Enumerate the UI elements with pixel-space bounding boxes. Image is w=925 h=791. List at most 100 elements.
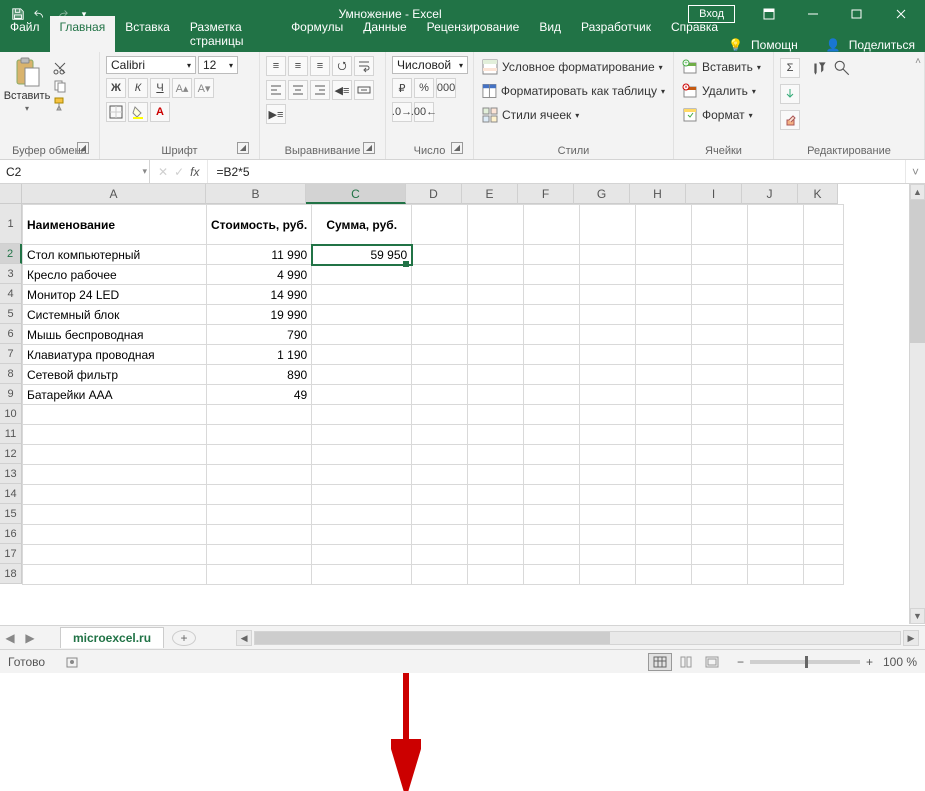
formula-input[interactable]: =B2*5 bbox=[208, 160, 905, 183]
align-bottom-icon[interactable]: ≡ bbox=[310, 56, 330, 76]
cell[interactable] bbox=[692, 245, 748, 265]
enter-formula-icon[interactable]: ✓ bbox=[174, 165, 184, 179]
cell[interactable] bbox=[23, 425, 207, 445]
cell[interactable] bbox=[580, 445, 636, 465]
row-header[interactable]: 5 bbox=[0, 304, 22, 324]
find-select-icon[interactable] bbox=[832, 58, 852, 78]
tab-разработчик[interactable]: Разработчик bbox=[571, 16, 661, 52]
dialog-launcher-icon[interactable]: ◢ bbox=[77, 142, 89, 154]
align-center-icon[interactable] bbox=[288, 80, 308, 100]
tab-файл[interactable]: Файл bbox=[0, 16, 50, 52]
cell[interactable]: 790 bbox=[207, 325, 312, 345]
cell[interactable] bbox=[692, 405, 748, 425]
cell[interactable]: Батарейки AAA bbox=[23, 385, 207, 405]
conditional-formatting-button[interactable]: Условное форматирование▾ bbox=[480, 58, 667, 76]
cell[interactable]: Мышь беспроводная bbox=[23, 325, 207, 345]
cell[interactable] bbox=[636, 205, 692, 245]
cell[interactable] bbox=[312, 525, 412, 545]
cell[interactable] bbox=[412, 205, 468, 245]
font-name-combo[interactable]: Calibri▾ bbox=[106, 56, 196, 74]
maximize-icon[interactable] bbox=[837, 0, 877, 28]
cell[interactable] bbox=[524, 245, 580, 265]
cell[interactable] bbox=[804, 465, 844, 485]
cell[interactable] bbox=[748, 385, 804, 405]
macro-record-icon[interactable] bbox=[65, 655, 79, 669]
cell[interactable] bbox=[412, 545, 468, 565]
italic-button[interactable]: К bbox=[128, 78, 148, 98]
share-icon[interactable]: 👤 bbox=[826, 38, 841, 52]
horizontal-scrollbar[interactable]: ◀ ▶ bbox=[236, 630, 925, 646]
cell[interactable] bbox=[412, 305, 468, 325]
cell[interactable] bbox=[312, 265, 412, 285]
cell[interactable] bbox=[468, 345, 524, 365]
cell[interactable] bbox=[804, 545, 844, 565]
dialog-launcher-icon[interactable]: ◢ bbox=[237, 142, 249, 154]
cell[interactable] bbox=[692, 525, 748, 545]
cell[interactable] bbox=[412, 565, 468, 585]
cell[interactable]: Наименование bbox=[23, 205, 207, 245]
cell[interactable] bbox=[692, 325, 748, 345]
cell[interactable] bbox=[692, 565, 748, 585]
cell[interactable]: 1 190 bbox=[207, 345, 312, 365]
cell[interactable] bbox=[804, 205, 844, 245]
cell[interactable] bbox=[312, 385, 412, 405]
cell[interactable] bbox=[412, 245, 468, 265]
bold-button[interactable]: Ж bbox=[106, 78, 126, 98]
minimize-icon[interactable] bbox=[793, 0, 833, 28]
cell[interactable] bbox=[804, 265, 844, 285]
cell[interactable] bbox=[692, 345, 748, 365]
sheet-nav-next-icon[interactable]: ▶ bbox=[20, 631, 40, 645]
cell[interactable] bbox=[312, 425, 412, 445]
cell[interactable] bbox=[580, 485, 636, 505]
cell[interactable] bbox=[23, 445, 207, 465]
ribbon-display-options-icon[interactable] bbox=[749, 0, 789, 28]
format-as-table-button[interactable]: Форматировать как таблицу▾ bbox=[480, 82, 667, 100]
align-left-icon[interactable] bbox=[266, 80, 286, 100]
cell[interactable] bbox=[636, 445, 692, 465]
cell[interactable] bbox=[580, 565, 636, 585]
cell[interactable] bbox=[207, 405, 312, 425]
select-all-triangle[interactable] bbox=[0, 184, 22, 204]
cell[interactable] bbox=[804, 425, 844, 445]
cell[interactable] bbox=[23, 465, 207, 485]
dialog-launcher-icon[interactable]: ◢ bbox=[451, 142, 463, 154]
cell[interactable] bbox=[412, 265, 468, 285]
cell[interactable] bbox=[412, 325, 468, 345]
cell[interactable] bbox=[636, 505, 692, 525]
cell[interactable] bbox=[748, 265, 804, 285]
column-header[interactable]: H bbox=[630, 184, 686, 204]
page-layout-view-icon[interactable] bbox=[674, 653, 698, 671]
cell[interactable]: Монитор 24 LED bbox=[23, 285, 207, 305]
insert-cells-button[interactable]: +Вставить▾ bbox=[680, 58, 767, 76]
cell[interactable] bbox=[524, 485, 580, 505]
collapse-ribbon-icon[interactable]: ˄ bbox=[915, 56, 921, 67]
cancel-formula-icon[interactable]: ✕ bbox=[158, 165, 168, 179]
cell[interactable] bbox=[804, 285, 844, 305]
sheet-nav-prev-icon[interactable]: ◀ bbox=[0, 631, 20, 645]
row-header[interactable]: 10 bbox=[0, 404, 22, 424]
cell[interactable] bbox=[748, 445, 804, 465]
cell[interactable] bbox=[23, 565, 207, 585]
scroll-up-icon[interactable]: ▲ bbox=[910, 184, 925, 200]
cell[interactable] bbox=[580, 305, 636, 325]
column-header[interactable]: D bbox=[406, 184, 462, 204]
cell[interactable] bbox=[524, 385, 580, 405]
decrease-indent-icon[interactable]: ◀≡ bbox=[332, 80, 352, 100]
vertical-scrollbar[interactable]: ▲ ▼ bbox=[909, 184, 925, 624]
cell[interactable] bbox=[312, 505, 412, 525]
row-header[interactable]: 15 bbox=[0, 504, 22, 524]
cell[interactable] bbox=[468, 525, 524, 545]
share-label[interactable]: Поделиться bbox=[849, 38, 915, 52]
cell[interactable]: 19 990 bbox=[207, 305, 312, 325]
zoom-level[interactable]: 100 % bbox=[883, 655, 917, 669]
cell[interactable] bbox=[468, 205, 524, 245]
font-size-combo[interactable]: 12▾ bbox=[198, 56, 238, 74]
fill-icon[interactable] bbox=[780, 84, 800, 104]
column-header[interactable]: F bbox=[518, 184, 574, 204]
row-header[interactable]: 9 bbox=[0, 384, 22, 404]
row-header[interactable]: 16 bbox=[0, 524, 22, 544]
cell[interactable] bbox=[524, 285, 580, 305]
cell[interactable] bbox=[636, 365, 692, 385]
close-icon[interactable] bbox=[881, 0, 921, 28]
row-header[interactable]: 3 bbox=[0, 264, 22, 284]
